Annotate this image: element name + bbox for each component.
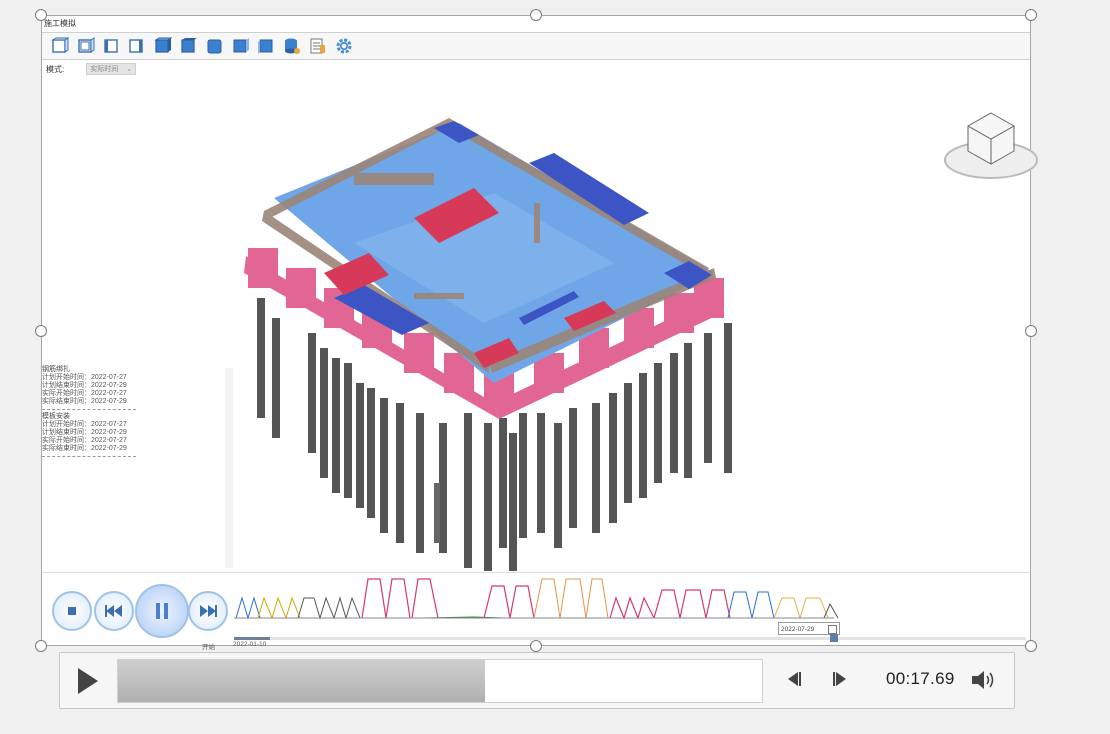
slider-thumb[interactable] bbox=[830, 634, 838, 642]
next-icon bbox=[833, 672, 846, 686]
divider bbox=[42, 572, 1030, 573]
settings-icon[interactable] bbox=[334, 36, 354, 56]
stop-button[interactable] bbox=[52, 591, 92, 631]
view-back-icon[interactable] bbox=[76, 36, 96, 56]
view-left-icon[interactable] bbox=[102, 36, 122, 56]
info-line: 计划结束时间：2022-07-29 bbox=[42, 382, 127, 389]
building-model bbox=[244, 118, 732, 573]
info-line: 计划开始时间：2022-07-27 bbox=[42, 421, 127, 428]
info-line: 计划开始时间：2022-07-27 bbox=[42, 374, 127, 381]
timeline-waveform bbox=[234, 578, 839, 620]
progress-fill bbox=[118, 660, 486, 702]
simulation-window: 施工模拟 模式: 实际时间 ⌄ 钢筋绑扎 计划开始时间：2022-07-27 计… bbox=[41, 15, 1038, 651]
resize-handle[interactable] bbox=[1025, 9, 1037, 21]
toolbar bbox=[42, 32, 1030, 60]
separator bbox=[42, 456, 136, 457]
volume-button[interactable] bbox=[970, 668, 998, 697]
database-icon[interactable] bbox=[282, 36, 302, 56]
view-iso-1-icon[interactable] bbox=[205, 36, 225, 56]
play-icon bbox=[78, 668, 98, 694]
pause-button[interactable] bbox=[135, 584, 189, 638]
section-title-1: 钢筋绑扎 bbox=[42, 366, 70, 373]
view-right-icon[interactable] bbox=[127, 36, 147, 56]
info-line: 计划结束时间：2022-07-29 bbox=[42, 429, 127, 436]
resize-handle[interactable] bbox=[530, 9, 542, 21]
view-bottom-icon[interactable] bbox=[179, 36, 199, 56]
media-progress-bar[interactable] bbox=[117, 659, 763, 703]
resize-handle[interactable] bbox=[35, 325, 47, 337]
view-cube-icon[interactable] bbox=[941, 108, 1041, 188]
info-scrollbar[interactable] bbox=[225, 368, 233, 568]
view-front-icon[interactable] bbox=[50, 36, 70, 56]
resize-handle[interactable] bbox=[35, 640, 47, 652]
mode-value: 实际时间 bbox=[90, 66, 119, 73]
separator bbox=[42, 409, 136, 410]
start-date: 2022-01-10 bbox=[233, 641, 267, 648]
chevron-down-icon: ⌄ bbox=[126, 66, 133, 73]
resize-handle[interactable] bbox=[530, 640, 542, 652]
playback-slider[interactable] bbox=[234, 634, 1026, 642]
view-top-icon[interactable] bbox=[153, 36, 173, 56]
rewind-button[interactable] bbox=[94, 591, 134, 631]
media-player: 00:17.69 bbox=[59, 652, 1015, 709]
info-line: 实际结束时间：2022-07-29 bbox=[42, 398, 127, 405]
resize-handle[interactable] bbox=[1025, 325, 1037, 337]
start-label: 开始 bbox=[202, 644, 215, 651]
view-iso-2-icon[interactable] bbox=[231, 36, 251, 56]
section-title-2: 模板安装 bbox=[42, 413, 70, 420]
view-iso-3-icon[interactable] bbox=[256, 36, 276, 56]
resize-handle[interactable] bbox=[1025, 640, 1037, 652]
next-frame-button[interactable] bbox=[831, 669, 851, 694]
task-info-panel: 钢筋绑扎 计划开始时间：2022-07-27 计划结束时间：2022-07-29… bbox=[42, 366, 136, 460]
report-icon[interactable] bbox=[308, 36, 328, 56]
mode-select[interactable]: 实际时间 ⌄ bbox=[86, 63, 137, 75]
previous-icon bbox=[788, 672, 801, 686]
info-line: 实际结束时间：2022-07-29 bbox=[42, 445, 127, 452]
previous-frame-button[interactable] bbox=[783, 669, 803, 694]
info-line: 实际开始时间：2022-07-27 bbox=[42, 390, 127, 397]
mode-row: 模式: 实际时间 ⌄ bbox=[46, 63, 137, 75]
current-time: 00:17.69 bbox=[886, 669, 955, 688]
resize-handle[interactable] bbox=[35, 9, 47, 21]
play-button[interactable] bbox=[76, 667, 100, 695]
calendar-icon bbox=[828, 625, 837, 634]
3d-viewport[interactable] bbox=[234, 63, 1038, 573]
info-line: 实际开始时间：2022-07-27 bbox=[42, 437, 127, 444]
date-value: 2022-07-29 bbox=[781, 626, 815, 633]
task-timeline[interactable] bbox=[234, 578, 1030, 620]
slider-fill bbox=[234, 637, 270, 640]
mode-label: 模式: bbox=[46, 64, 65, 74]
fast-forward-button[interactable] bbox=[188, 591, 228, 631]
volume-icon bbox=[972, 671, 994, 689]
